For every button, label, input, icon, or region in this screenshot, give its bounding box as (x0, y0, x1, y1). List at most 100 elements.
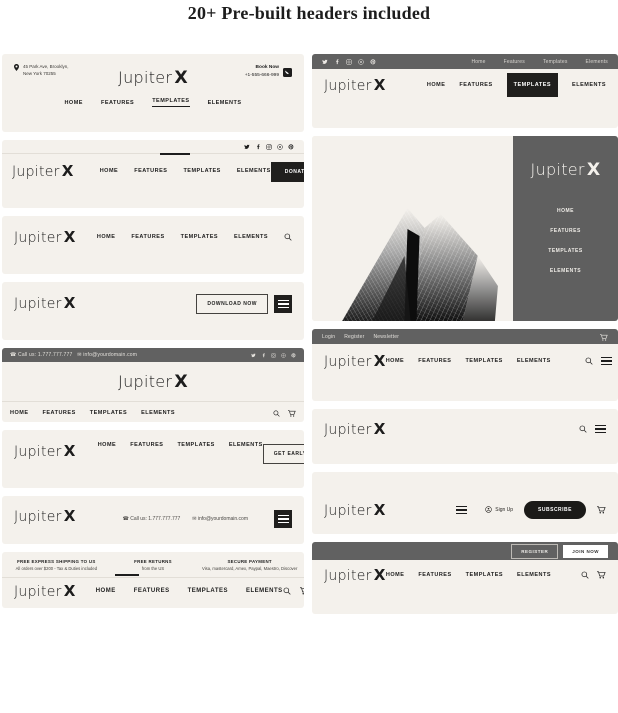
header-card-3[interactable]: Jupiter X HOME FEATURES TEMPLATES ELEMENT… (2, 216, 304, 274)
dribbble-icon[interactable] (277, 144, 283, 150)
search-icon[interactable] (284, 228, 292, 246)
facebook-icon[interactable] (334, 58, 340, 65)
register-button[interactable]: REGISTER (511, 543, 559, 559)
secondary-nav-templates[interactable]: Templates (543, 59, 568, 65)
nav-item-elements[interactable]: ELEMENTS (572, 82, 606, 88)
nav-item-elements[interactable]: ELEMENTS (141, 410, 175, 416)
nav-item-features[interactable]: FEATURES (134, 588, 170, 594)
header-card-6[interactable]: Jupiter X HOME FEATURES TEMPLATES ELEMENT… (2, 430, 304, 488)
search-icon[interactable] (585, 352, 593, 370)
get-early-access-button[interactable]: GET EARLY ACCESS (262, 444, 304, 464)
brand-logo[interactable]: Jupiter X (324, 501, 386, 519)
nav-item-templates[interactable]: TEMPLATES (177, 442, 214, 448)
hamburger-icon[interactable] (455, 505, 467, 515)
menu-toggle-button[interactable] (274, 295, 292, 313)
nav-item-home[interactable]: HOME (100, 168, 119, 174)
nav-item-home[interactable]: HOME (96, 588, 116, 594)
nav-item-elements[interactable]: ELEMENTS (229, 442, 263, 448)
nav-item-templates[interactable]: TEMPLATES (152, 98, 190, 107)
nav-item-templates[interactable]: TEMPLATES (90, 410, 127, 416)
nav-item-home[interactable]: HOME (386, 358, 405, 364)
header-card-8[interactable]: FREE EXPRESS SHIPPING TO US All orders o… (2, 552, 304, 608)
search-icon[interactable] (581, 566, 589, 584)
instagram-icon[interactable] (266, 144, 272, 150)
header-1-contact[interactable]: Book Now +1-555-666-999 (245, 64, 292, 82)
menu-toggle-button[interactable] (274, 510, 292, 528)
login-link[interactable]: Login (322, 334, 335, 340)
brand-logo[interactable]: Jupiter X (14, 442, 76, 460)
search-icon[interactable] (579, 420, 587, 438)
nav-item-templates[interactable]: TEMPLATES (183, 168, 220, 174)
nav-item-templates[interactable]: TEMPLATES (181, 234, 218, 240)
phone-icon[interactable] (283, 64, 292, 82)
facebook-icon[interactable] (255, 144, 261, 150)
hamburger-icon[interactable] (600, 356, 612, 366)
header-card-11[interactable]: Login Register Newsletter Jupiter X HOME … (312, 329, 618, 401)
cart-icon[interactable] (597, 566, 606, 584)
header-card-13[interactable]: Jupiter X Sign Up SUBSCRIBE (312, 472, 618, 534)
cart-icon[interactable] (600, 329, 608, 346)
header-card-10[interactable]: Jupiter X HOME FEATURES TEMPLATES ELEMENT… (312, 136, 618, 321)
dribbble-icon[interactable] (358, 58, 364, 65)
brand-logo[interactable]: Jupiter X (14, 294, 76, 312)
brand-logo[interactable]: Jupiter X (324, 566, 386, 584)
pinterest-icon[interactable] (291, 352, 296, 358)
nav-item-elements[interactable]: ELEMENTS (517, 358, 551, 364)
brand-logo[interactable]: Jupiter X (531, 160, 601, 180)
pinterest-icon[interactable] (370, 58, 376, 65)
brand-logo[interactable]: Jupiter X (324, 420, 386, 438)
nav-item-templates[interactable]: TEMPLATES (548, 248, 582, 254)
nav-item-home[interactable]: HOME (10, 410, 29, 416)
brand-logo[interactable]: Jupiter X (324, 352, 386, 370)
brand-logo[interactable]: Jupiter X (324, 76, 386, 94)
nav-item-elements[interactable]: ELEMENTS (208, 100, 242, 106)
nav-item-home[interactable]: HOME (557, 208, 574, 214)
nav-item-home[interactable]: HOME (427, 82, 446, 88)
join-now-button[interactable]: JOIN NOW (563, 544, 608, 558)
cart-icon[interactable] (299, 582, 304, 600)
nav-item-home[interactable]: HOME (64, 100, 83, 106)
nav-item-features[interactable]: FEATURES (130, 442, 163, 448)
sign-up-link[interactable]: Sign Up (485, 505, 513, 515)
twitter-icon[interactable] (244, 144, 250, 150)
facebook-icon[interactable] (261, 352, 266, 358)
brand-logo[interactable]: Jupiter X (12, 162, 74, 180)
dribbble-icon[interactable] (281, 352, 286, 358)
newsletter-link[interactable]: Newsletter (373, 334, 399, 340)
header-card-12[interactable]: Jupiter X (312, 409, 618, 464)
twitter-icon[interactable] (322, 59, 328, 65)
search-icon[interactable] (273, 404, 280, 422)
search-icon[interactable] (283, 582, 291, 600)
secondary-nav-features[interactable]: Features (504, 59, 525, 65)
nav-item-home[interactable]: HOME (98, 442, 117, 448)
nav-item-features[interactable]: FEATURES (101, 100, 134, 106)
nav-item-elements[interactable]: ELEMENTS (550, 268, 581, 274)
nav-item-elements[interactable]: ELEMENTS (234, 234, 268, 240)
secondary-nav-elements[interactable]: Elements (586, 59, 608, 65)
donate-button[interactable]: DONATE (270, 162, 304, 182)
cart-icon[interactable] (597, 501, 606, 519)
header-card-4[interactable]: Jupiter X DOWNLOAD NOW (2, 282, 304, 340)
nav-item-features[interactable]: FEATURES (418, 572, 451, 578)
nav-item-elements[interactable]: ELEMENTS (517, 572, 551, 578)
brand-logo[interactable]: Jupiter X (14, 582, 76, 600)
nav-item-home[interactable]: HOME (386, 572, 405, 578)
nav-item-features[interactable]: FEATURES (131, 234, 164, 240)
hamburger-icon[interactable] (595, 424, 606, 434)
header-card-14[interactable]: REGISTER JOIN NOW Jupiter X HOME FEATURES… (312, 542, 618, 614)
download-now-button[interactable]: DOWNLOAD NOW (196, 294, 268, 314)
instagram-icon[interactable] (271, 352, 276, 358)
nav-item-features[interactable]: FEATURES (550, 228, 581, 234)
brand-logo[interactable]: Jupiter X (14, 228, 76, 246)
nav-item-features[interactable]: FEATURES (459, 82, 492, 88)
nav-item-elements[interactable]: ELEMENTS (237, 168, 271, 174)
secondary-nav-home[interactable]: Home (471, 59, 485, 65)
nav-item-templates[interactable]: TEMPLATES (506, 73, 559, 97)
header-card-2[interactable]: Jupiter X HOME FEATURES TEMPLATES ELEMENT… (2, 140, 304, 208)
header-card-9[interactable]: Home Features Templates Elements Jupiter… (312, 54, 618, 128)
nav-item-features[interactable]: FEATURES (418, 358, 451, 364)
instagram-icon[interactable] (346, 58, 352, 65)
nav-item-templates[interactable]: TEMPLATES (466, 572, 503, 578)
nav-item-templates[interactable]: TEMPLATES (188, 588, 228, 594)
register-link[interactable]: Register (344, 334, 364, 340)
